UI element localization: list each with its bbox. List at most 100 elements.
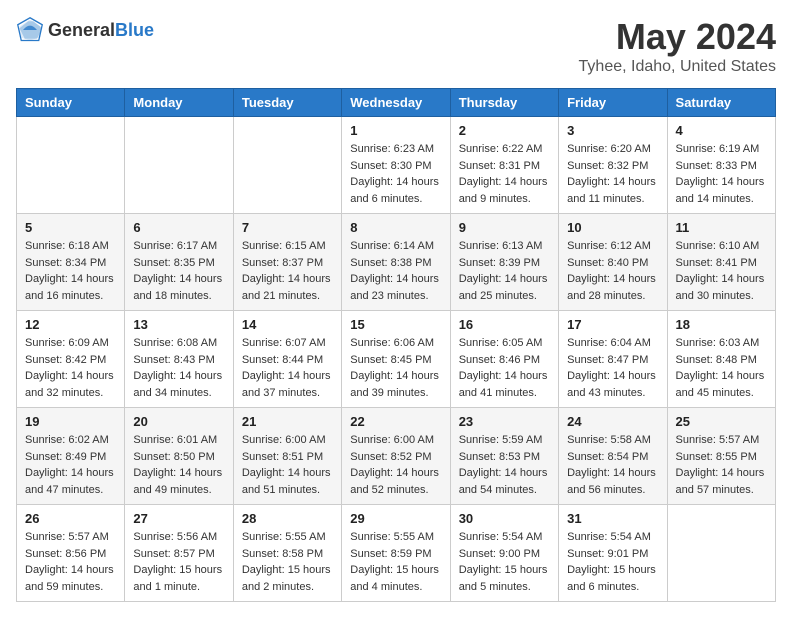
day-number: 31 (567, 511, 658, 526)
day-info: Sunrise: 5:58 AMSunset: 8:54 PMDaylight:… (567, 432, 658, 498)
day-number: 4 (676, 123, 767, 138)
day-number: 17 (567, 317, 658, 332)
day-info: Sunrise: 5:59 AMSunset: 8:53 PMDaylight:… (459, 432, 550, 498)
day-info: Sunrise: 5:54 AMSunset: 9:01 PMDaylight:… (567, 529, 658, 595)
calendar-day-27: 27Sunrise: 5:56 AMSunset: 8:57 PMDayligh… (125, 505, 233, 602)
calendar-day-5: 5 Sunrise: 6:18 AMSunset: 8:34 PMDaylight… (17, 214, 125, 311)
day-info: Sunrise: 6:05 AMSunset: 8:46 PMDaylight:… (459, 335, 550, 401)
day-info: Sunrise: 6:20 AMSunset: 8:32 PMDaylight:… (567, 141, 658, 207)
calendar-day-24: 24 Sunrise: 5:58 AMSunset: 8:54 PMDayligh… (559, 408, 667, 505)
calendar-header-thursday: Thursday (450, 89, 558, 117)
day-number: 2 (459, 123, 550, 138)
calendar-day-6: 6 Sunrise: 6:17 AMSunset: 8:35 PMDaylight… (125, 214, 233, 311)
day-info: Sunrise: 6:23 AMSunset: 8:30 PMDaylight:… (350, 141, 441, 207)
day-number: 30 (459, 511, 550, 526)
calendar-empty-cell (233, 117, 341, 214)
calendar-header-sunday: Sunday (17, 89, 125, 117)
month-title: May 2024 (579, 16, 776, 58)
day-number: 16 (459, 317, 550, 332)
day-number: 7 (242, 220, 333, 235)
calendar-day-28: 28 Sunrise: 5:55 AMSunset: 8:58 PMDayligh… (233, 505, 341, 602)
day-info: Sunrise: 6:15 AMSunset: 8:37 PMDaylight:… (242, 238, 333, 304)
calendar-empty-cell (667, 505, 775, 602)
calendar-header-wednesday: Wednesday (342, 89, 450, 117)
day-info: Sunrise: 6:10 AMSunset: 8:41 PMDaylight:… (676, 238, 767, 304)
calendar-week-row: 19 Sunrise: 6:02 AMSunset: 8:49 PMDayligh… (17, 408, 776, 505)
day-info: Sunrise: 6:00 AMSunset: 8:52 PMDaylight:… (350, 432, 441, 498)
calendar-day-30: 30Sunrise: 5:54 AMSunset: 9:00 PMDayligh… (450, 505, 558, 602)
day-number: 23 (459, 414, 550, 429)
day-info: Sunrise: 5:57 AMSunset: 8:55 PMDaylight:… (676, 432, 767, 498)
day-number: 1 (350, 123, 441, 138)
calendar-day-4: 4 Sunrise: 6:19 AMSunset: 8:33 PMDaylight… (667, 117, 775, 214)
calendar-day-29: 29 Sunrise: 5:55 AMSunset: 8:59 PMDayligh… (342, 505, 450, 602)
calendar-table: SundayMondayTuesdayWednesdayThursdayFrid… (16, 88, 776, 602)
day-number: 26 (25, 511, 116, 526)
calendar-day-26: 26 Sunrise: 5:57 AMSunset: 8:56 PMDayligh… (17, 505, 125, 602)
day-number: 6 (133, 220, 224, 235)
calendar-header-tuesday: Tuesday (233, 89, 341, 117)
day-info: Sunrise: 6:04 AMSunset: 8:47 PMDaylight:… (567, 335, 658, 401)
day-info: Sunrise: 6:18 AMSunset: 8:34 PMDaylight:… (25, 238, 116, 304)
day-number: 24 (567, 414, 658, 429)
day-info: Sunrise: 6:03 AMSunset: 8:48 PMDaylight:… (676, 335, 767, 401)
calendar-header-monday: Monday (125, 89, 233, 117)
calendar-day-25: 25 Sunrise: 5:57 AMSunset: 8:55 PMDayligh… (667, 408, 775, 505)
logo-name: GeneralBlue (48, 20, 154, 41)
day-info: Sunrise: 6:12 AMSunset: 8:40 PMDaylight:… (567, 238, 658, 304)
day-number: 12 (25, 317, 116, 332)
day-number: 5 (25, 220, 116, 235)
day-number: 13 (133, 317, 224, 332)
day-info: Sunrise: 5:55 AMSunset: 8:59 PMDaylight:… (350, 529, 441, 595)
day-info: Sunrise: 6:14 AMSunset: 8:38 PMDaylight:… (350, 238, 441, 304)
day-number: 10 (567, 220, 658, 235)
calendar-header-saturday: Saturday (667, 89, 775, 117)
header: GeneralBlue May 2024 Tyhee, Idaho, Unite… (16, 16, 776, 76)
day-number: 15 (350, 317, 441, 332)
logo-blue: Blue (115, 20, 154, 40)
calendar-empty-cell (125, 117, 233, 214)
day-number: 28 (242, 511, 333, 526)
day-info: Sunrise: 6:09 AMSunset: 8:42 PMDaylight:… (25, 335, 116, 401)
calendar-week-row: 12 Sunrise: 6:09 AMSunset: 8:42 PMDayligh… (17, 311, 776, 408)
calendar-header-friday: Friday (559, 89, 667, 117)
day-info: Sunrise: 6:17 AMSunset: 8:35 PMDaylight:… (133, 238, 224, 304)
calendar-header-row: SundayMondayTuesdayWednesdayThursdayFrid… (17, 89, 776, 117)
calendar-week-row: 5 Sunrise: 6:18 AMSunset: 8:34 PMDaylight… (17, 214, 776, 311)
calendar-day-16: 16 Sunrise: 6:05 AMSunset: 8:46 PMDayligh… (450, 311, 558, 408)
calendar-day-10: 10 Sunrise: 6:12 AMSunset: 8:40 PMDayligh… (559, 214, 667, 311)
calendar-day-17: 17 Sunrise: 6:04 AMSunset: 8:47 PMDayligh… (559, 311, 667, 408)
location-title: Tyhee, Idaho, United States (579, 58, 776, 76)
day-number: 8 (350, 220, 441, 235)
day-info: Sunrise: 6:02 AMSunset: 8:49 PMDaylight:… (25, 432, 116, 498)
day-info: Sunrise: 6:08 AMSunset: 8:43 PMDaylight:… (133, 335, 224, 401)
calendar-day-2: 2 Sunrise: 6:22 AMSunset: 8:31 PMDaylight… (450, 117, 558, 214)
logo-general: General (48, 20, 115, 40)
logo: GeneralBlue (16, 16, 154, 44)
day-info: Sunrise: 5:57 AMSunset: 8:56 PMDaylight:… (25, 529, 116, 595)
calendar-day-20: 20Sunrise: 6:01 AMSunset: 8:50 PMDayligh… (125, 408, 233, 505)
calendar-day-9: 9Sunrise: 6:13 AMSunset: 8:39 PMDaylight… (450, 214, 558, 311)
calendar-day-22: 22 Sunrise: 6:00 AMSunset: 8:52 PMDayligh… (342, 408, 450, 505)
calendar-day-21: 21 Sunrise: 6:00 AMSunset: 8:51 PMDayligh… (233, 408, 341, 505)
day-number: 29 (350, 511, 441, 526)
calendar-day-8: 8 Sunrise: 6:14 AMSunset: 8:38 PMDaylight… (342, 214, 450, 311)
calendar-day-11: 11Sunrise: 6:10 AMSunset: 8:41 PMDayligh… (667, 214, 775, 311)
calendar-day-18: 18Sunrise: 6:03 AMSunset: 8:48 PMDayligh… (667, 311, 775, 408)
calendar-day-19: 19 Sunrise: 6:02 AMSunset: 8:49 PMDayligh… (17, 408, 125, 505)
title-area: May 2024 Tyhee, Idaho, United States (579, 16, 776, 76)
day-info: Sunrise: 6:19 AMSunset: 8:33 PMDaylight:… (676, 141, 767, 207)
calendar-day-31: 31 Sunrise: 5:54 AMSunset: 9:01 PMDayligh… (559, 505, 667, 602)
day-info: Sunrise: 6:00 AMSunset: 8:51 PMDaylight:… (242, 432, 333, 498)
day-info: Sunrise: 6:07 AMSunset: 8:44 PMDaylight:… (242, 335, 333, 401)
day-number: 21 (242, 414, 333, 429)
day-info: Sunrise: 6:22 AMSunset: 8:31 PMDaylight:… (459, 141, 550, 207)
day-number: 20 (133, 414, 224, 429)
calendar-week-row: 26 Sunrise: 5:57 AMSunset: 8:56 PMDayligh… (17, 505, 776, 602)
day-number: 22 (350, 414, 441, 429)
calendar-day-14: 14Sunrise: 6:07 AMSunset: 8:44 PMDayligh… (233, 311, 341, 408)
calendar-day-7: 7 Sunrise: 6:15 AMSunset: 8:37 PMDaylight… (233, 214, 341, 311)
day-number: 19 (25, 414, 116, 429)
day-number: 25 (676, 414, 767, 429)
day-info: Sunrise: 5:55 AMSunset: 8:58 PMDaylight:… (242, 529, 333, 595)
